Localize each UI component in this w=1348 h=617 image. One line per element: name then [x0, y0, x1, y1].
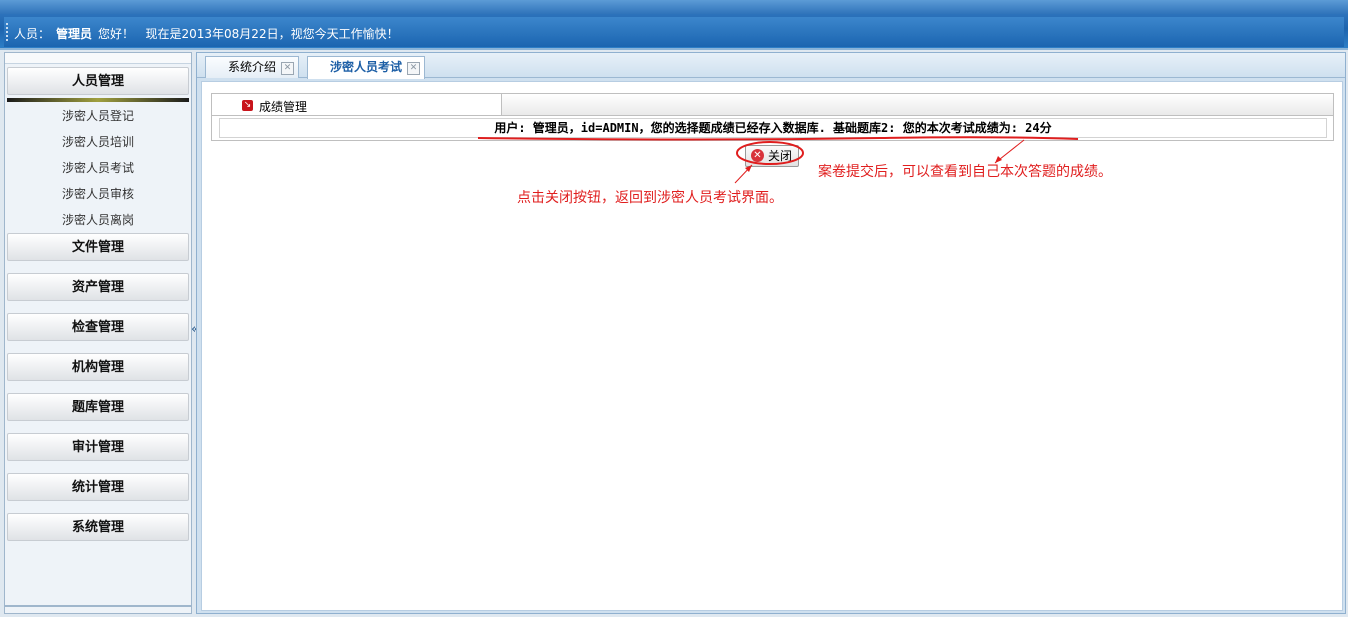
banner-stripe — [0, 0, 1348, 14]
user-name: 管理员 — [56, 27, 93, 41]
active-indicator — [7, 98, 189, 102]
tab-label: 系统介绍 — [228, 60, 277, 74]
panel-body: 用户: 管理员，id=ADMIN，您的选择题成绩已经存入数据库. 基础题库2: … — [211, 115, 1334, 141]
user-info-bar: 人员： 管理员 您好！ 现在是2013年08月22日，视您今天工作愉快！ — [4, 17, 1344, 47]
panel-title-tab: ↘ 成绩管理 — [212, 94, 502, 116]
content-pane: ↘ 成绩管理 用户: 管理员，id=ADMIN，您的选择题成绩已经存入数据库. … — [201, 81, 1343, 611]
nav-item-review[interactable]: 涉密人员审核 — [5, 185, 191, 202]
nav-group-organization[interactable]: 机构管理 — [7, 353, 189, 381]
sidebar-top-edge — [5, 53, 191, 64]
score-result-text: 用户: 管理员，id=ADMIN，您的选择题成绩已经存入数据库. 基础题库2: … — [219, 118, 1327, 138]
close-button[interactable]: ✕ 关闭 — [745, 145, 800, 167]
nav-item-training[interactable]: 涉密人员培训 — [5, 133, 191, 150]
close-tab-icon[interactable]: ✕ — [407, 62, 421, 75]
nav-group-personnel[interactable]: 人员管理 — [7, 67, 189, 95]
nav-group-files[interactable]: 文件管理 — [7, 233, 189, 261]
close-tab-icon[interactable]: ✕ — [281, 62, 295, 75]
tab-strip: 系统介绍 ✕ 涉密人员考试 ✕ — [197, 53, 1345, 79]
arrow-icon: ↘ — [242, 100, 253, 111]
user-label: 人员： — [14, 27, 51, 41]
top-banner: 人员： 管理员 您好！ 现在是2013年08月22日，视您今天工作愉快！ — [0, 0, 1348, 50]
nav-group-question-bank[interactable]: 题库管理 — [7, 393, 189, 421]
user-info-text: 人员： 管理员 您好！ 现在是2013年08月22日，视您今天工作愉快！ — [14, 25, 399, 42]
panel-header: ↘ 成绩管理 — [211, 93, 1334, 116]
nav-group-inspection[interactable]: 检查管理 — [7, 313, 189, 341]
close-button-label: 关闭 — [768, 149, 793, 163]
grip-icon — [6, 23, 8, 41]
tab-system-intro[interactable]: 系统介绍 ✕ — [205, 56, 300, 78]
tab-label: 涉密人员考试 — [330, 60, 403, 74]
sidebar-bottom-edge — [5, 605, 191, 607]
nav-group-assets[interactable]: 资产管理 — [7, 273, 189, 301]
tab-personnel-exam[interactable]: 涉密人员考试 ✕ — [307, 56, 426, 79]
annotation-close-note: 点击关闭按钮，返回到涉密人员考试界面。 — [517, 190, 783, 206]
nav-group-system[interactable]: 系统管理 — [7, 513, 189, 541]
annotation-submit-note: 案卷提交后，可以查看到自己本次答题的成绩。 — [818, 164, 1112, 180]
nav-item-exam[interactable]: 涉密人员考试 — [5, 159, 191, 176]
panel-title: 成绩管理 — [259, 100, 308, 114]
nav-item-leave[interactable]: 涉密人员离岗 — [5, 211, 191, 228]
date-text: 现在是2013年08月22日，视您今天工作愉快！ — [145, 27, 399, 41]
nav-group-audit[interactable]: 审计管理 — [7, 433, 189, 461]
greeting: 您好！ — [98, 27, 135, 41]
nav-group-statistics[interactable]: 统计管理 — [7, 473, 189, 501]
close-icon: ✕ — [751, 149, 764, 162]
main-area: 系统介绍 ✕ 涉密人员考试 ✕ ↘ 成绩管理 用户: 管理员，id=ADMIN，… — [196, 52, 1346, 614]
left-nav: 人员管理 涉密人员登记 涉密人员培训 涉密人员考试 涉密人员审核 涉密人员离岗 … — [4, 52, 192, 614]
nav-item-register[interactable]: 涉密人员登记 — [5, 107, 191, 124]
